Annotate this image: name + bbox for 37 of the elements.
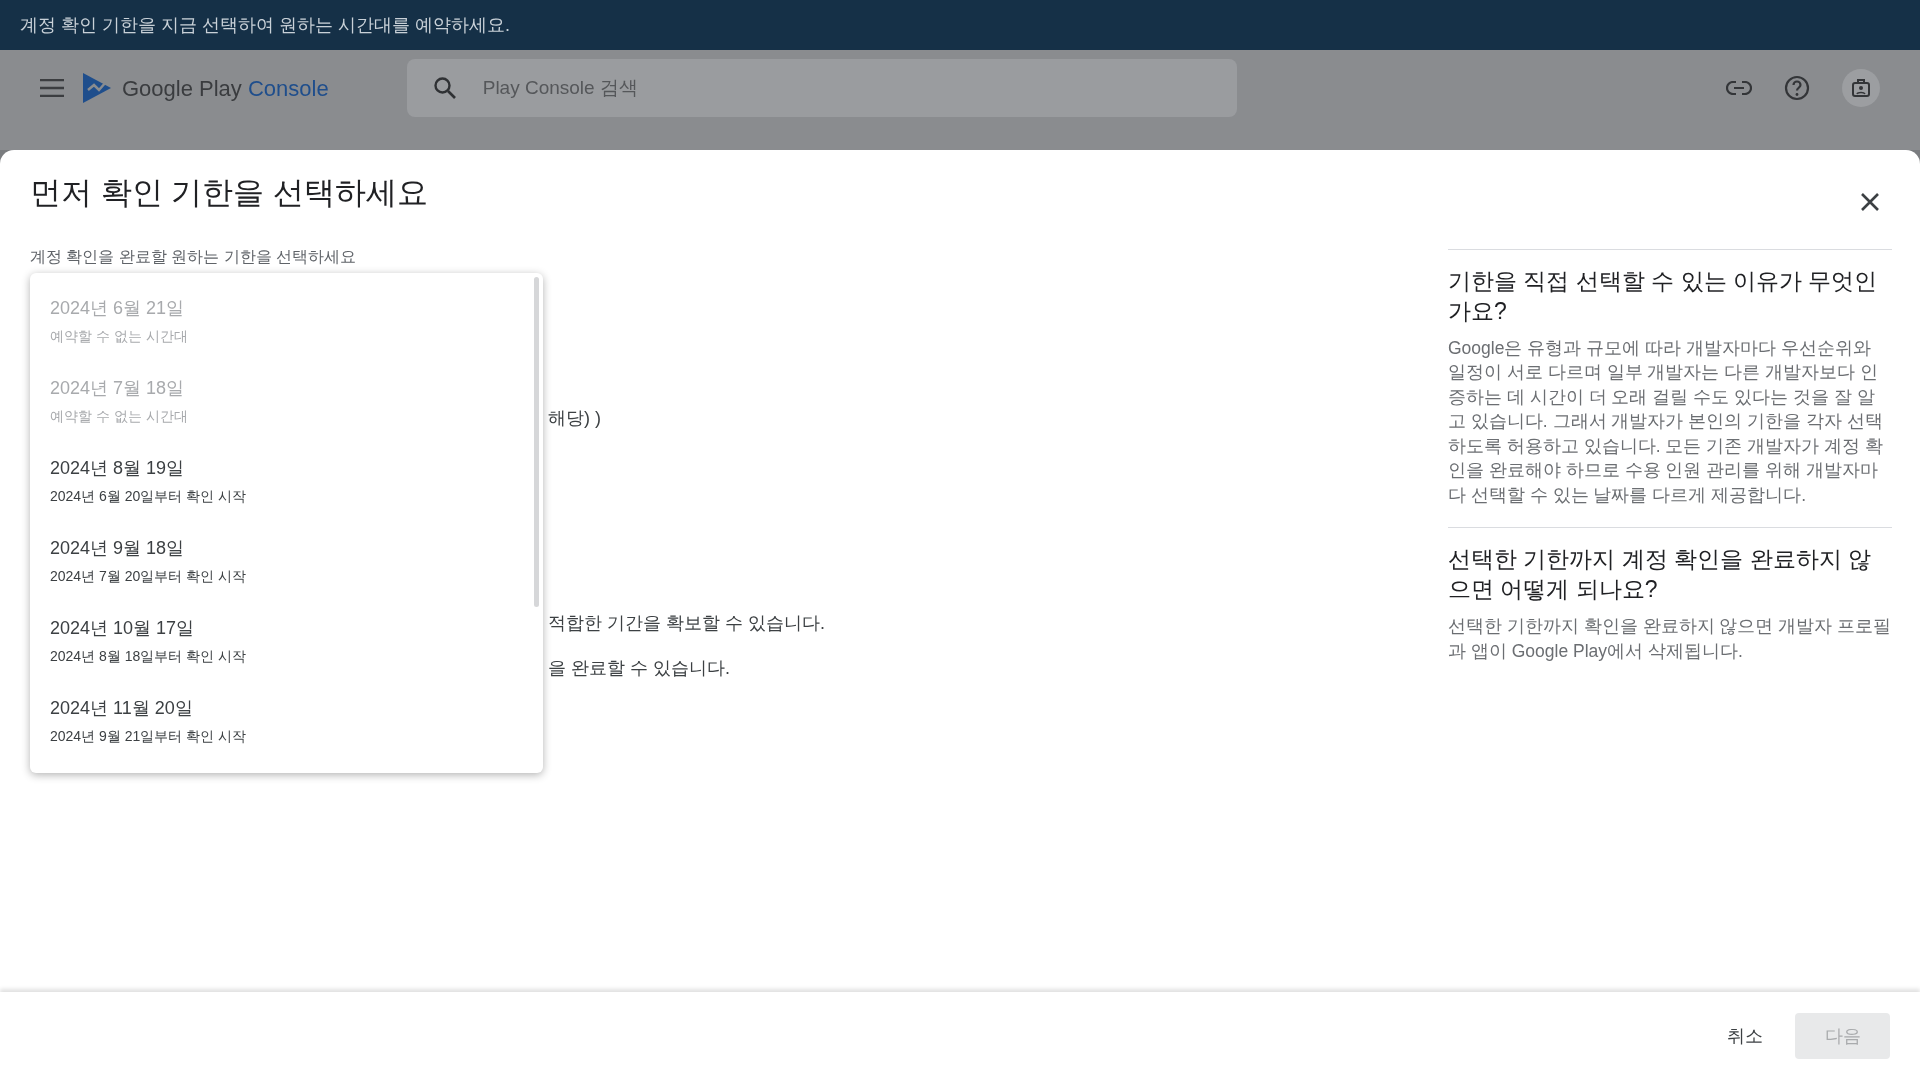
dialog-button[interactable]: 취소 [1717, 1013, 1773, 1059]
banner-message: 계정 확인 기한을 지금 선택하여 원하는 시간대를 예약하세요. [20, 13, 510, 37]
body-text: 적합한 기간을 확보할 수 있습니다. [548, 611, 825, 635]
option-date: 2024년 6월 21일 [50, 296, 185, 320]
date-option[interactable]: 2024년 10월 17일 2024년 8월 18일부터 확인 시작 [30, 600, 529, 681]
option-note: 2024년 9월 21일부터 확인 시작 [50, 726, 247, 746]
date-option[interactable]: 2024년 8월 19일 2024년 6월 20일부터 확인 시작 [30, 440, 529, 521]
option-note: 2024년 8월 18일부터 확인 시작 [50, 646, 247, 666]
menu-icon[interactable] [40, 79, 64, 97]
option-date: 2024년 7월 18일 [50, 376, 185, 400]
faq-question: 선택한 기한까지 계정 확인을 완료하지 않으면 어떻게 되나요? [1448, 545, 1872, 604]
option-note: 2024년 7월 20일부터 확인 시작 [50, 566, 247, 586]
body-text: 을 완료할 수 있습니다. [548, 656, 730, 680]
option-date: 2024년 10월 17일 [50, 616, 195, 640]
option-date: 2024년 8월 19일 [50, 456, 185, 480]
logo-text: Google Play Console [122, 74, 329, 103]
dialog-title: 먼저 확인 기한을 선택하세요 [30, 174, 428, 212]
faq-question: 기한을 직접 선택할 수 있는 이유가 무엇인가요? [1448, 266, 1879, 326]
date-option[interactable]: 2024년 9월 18일 2024년 7월 20일부터 확인 시작 [30, 520, 529, 601]
scrollbar-thumb[interactable] [534, 276, 539, 607]
account-icon[interactable] [1842, 69, 1880, 107]
date-option[interactable]: 2024년 11월 20일 2024년 9월 21일부터 확인 시작 [30, 680, 529, 761]
search-field[interactable]: Play Console 검색 [406, 59, 1237, 117]
close-icon[interactable] [1860, 192, 1880, 212]
option-note: 2024년 6월 20일부터 확인 시작 [50, 486, 247, 506]
play-logo-icon [82, 72, 112, 104]
option-note: 예약할 수 없는 시간대 [50, 406, 188, 426]
option-note: 예약할 수 없는 시간대 [50, 326, 188, 346]
body-text: 해당) ) [548, 406, 601, 430]
option-date: 2024년 11월 20일 [50, 696, 193, 720]
link-icon[interactable] [1726, 81, 1752, 95]
search-icon [432, 76, 457, 100]
help-icon[interactable] [1784, 75, 1810, 101]
field-label: 계정 확인을 완료할 원하는 기한을 선택하세요 [30, 246, 357, 267]
option-date: 2024년 9월 18일 [50, 536, 185, 560]
faq-answer: 선택한 기한까지 확인을 완료하지 않으면 개발자 프로필과 앱이 Google Play에서 삭제됩니다. [1448, 615, 1892, 663]
faq-answer: Google은 유형과 규모에 따라 개발자마다 우선순위와 일정이 서로 다르며 일부 개발자는 다른 개발자보다 인증하는 데 시간이 더 오래 걸릴 수도 있다는 것을 잘 알고 있습니다. 그래서 개발자가 본인의 기한을 각자 선택하도록 허용하고 있습니다. 모든 기존 개발자가 계정 확인을 완료해야 하므로 수용 인원 관리를 위해 개발자마다 선택할 수 있는 날짜를 다르게 제공합니다. [1448, 336, 1884, 507]
